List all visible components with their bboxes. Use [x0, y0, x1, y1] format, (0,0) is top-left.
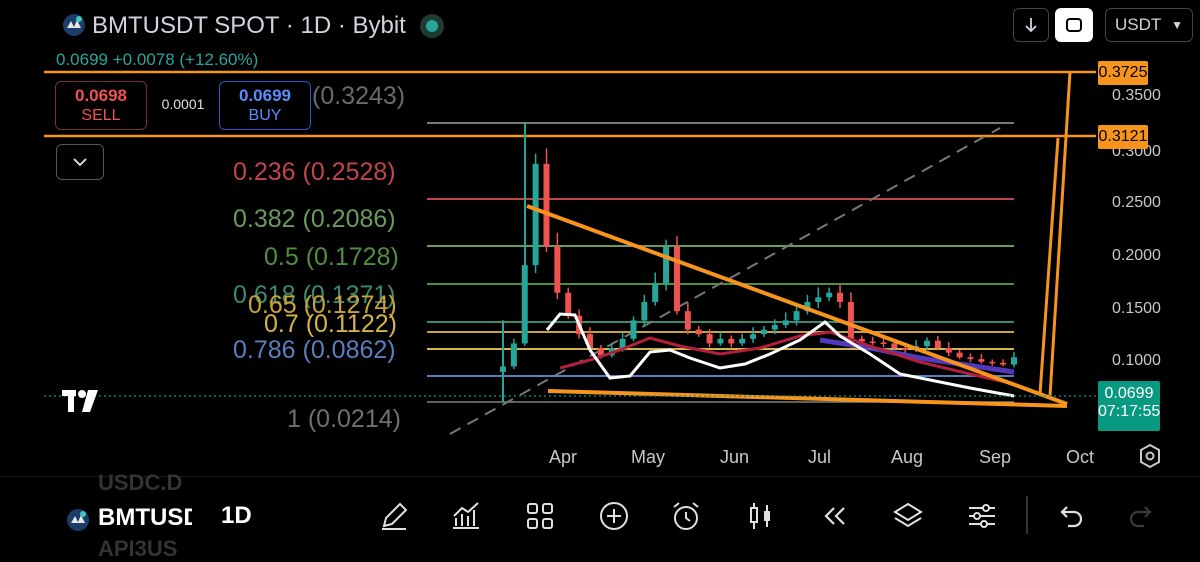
- level-tag-high: 0.3725: [1098, 61, 1148, 85]
- fib-label-0: (0.3243): [312, 82, 406, 110]
- candle-body: [847, 301, 854, 339]
- ma-purple-line: [819, 337, 1015, 375]
- candle-body: [717, 338, 724, 344]
- candle-body: [771, 324, 778, 330]
- bar-countdown: 07:17:55: [1098, 403, 1161, 420]
- fib-label-382: 0.382 (0.2086): [233, 205, 396, 233]
- candle-body: [652, 283, 659, 302]
- month-label: Jun: [720, 447, 750, 467]
- symbol-list-ghost-bottom: API3US: [98, 536, 178, 561]
- candle-body: [869, 341, 876, 344]
- interval-selector[interactable]: 1D: [221, 502, 252, 530]
- candle-body: [565, 292, 572, 316]
- candle-body: [934, 340, 941, 349]
- chart-type-candles-icon[interactable]: [742, 498, 778, 534]
- chart-settings-icon[interactable]: [1136, 442, 1164, 475]
- month-label: Apr: [549, 447, 578, 467]
- candle-body: [978, 359, 985, 362]
- fib-label-786: 0.786 (0.0862): [233, 336, 396, 364]
- projection-line-2: [1048, 71, 1072, 397]
- level-tag-mid: 0.3121: [1098, 125, 1148, 149]
- symbol-list-ghost-top: USDC.D: [98, 470, 183, 495]
- candle-body: [815, 297, 822, 302]
- month-label: Oct: [1066, 447, 1095, 467]
- fib-label-7: 0.7 (0.1122): [264, 310, 397, 338]
- candle-body: [684, 311, 691, 330]
- layouts-grid-icon[interactable]: [522, 498, 558, 534]
- month-label: May: [631, 447, 666, 467]
- redo-icon[interactable]: [1124, 498, 1160, 534]
- symbol-logo-icon: [67, 509, 89, 531]
- month-label: Sep: [979, 447, 1012, 467]
- price-tick: 0.1000: [1112, 352, 1161, 369]
- fib-label-236: 0.236 (0.2528): [233, 158, 396, 186]
- ma-white-line: [545, 312, 1015, 398]
- tradingview-logo: [60, 386, 106, 424]
- candle-body: [945, 348, 952, 353]
- candle-body: [641, 301, 648, 321]
- candle-body: [782, 320, 789, 325]
- month-label: Jul: [808, 447, 832, 467]
- layers-icon[interactable]: [890, 498, 926, 534]
- toolbar-divider: [1026, 496, 1028, 534]
- candle-body: [924, 340, 931, 347]
- price-tick: 0.2000: [1112, 247, 1161, 264]
- candle-body: [760, 329, 767, 335]
- candle-body: [739, 338, 746, 344]
- candle-body: [891, 343, 898, 349]
- candle-body: [510, 343, 517, 367]
- candle-body: [826, 292, 833, 298]
- candle-body: [543, 163, 550, 247]
- candle-body: [673, 246, 680, 312]
- candle-body: [793, 311, 800, 321]
- candle-body: [750, 334, 757, 339]
- candle-body: [630, 320, 637, 339]
- drawing-pencil-icon[interactable]: [376, 498, 412, 534]
- candle-body: [967, 357, 974, 360]
- indicators-icon[interactable]: [448, 498, 484, 534]
- undo-icon[interactable]: [1052, 498, 1088, 534]
- fib-trend-dashed: [449, 127, 1001, 435]
- fib-label-1: 1 (0.0214): [287, 405, 401, 433]
- candle-body: [1011, 357, 1017, 365]
- candle-body: [837, 292, 844, 302]
- projection-line-1: [1038, 137, 1060, 395]
- current-price-tag: 0.0699 07:17:55: [1098, 381, 1160, 431]
- candle-body: [706, 334, 713, 344]
- symbol-selector[interactable]: BMTUSDT: [98, 504, 192, 532]
- alarm-clock-icon[interactable]: [668, 498, 704, 534]
- price-tick: 0.3500: [1112, 87, 1161, 104]
- candle-body: [728, 338, 735, 344]
- replay-rewind-icon[interactable]: [816, 498, 852, 534]
- candle-body: [880, 342, 887, 344]
- price-tick: 0.1500: [1112, 300, 1161, 317]
- fib-label-5: 0.5 (0.1728): [264, 243, 399, 271]
- current-price-value: 0.0699: [1104, 385, 1154, 402]
- candle-body: [956, 352, 963, 358]
- candle-body: [1000, 362, 1007, 365]
- add-plus-icon[interactable]: [596, 498, 632, 534]
- candle-body: [663, 246, 670, 284]
- month-label: Aug: [891, 447, 924, 467]
- candle-body: [902, 348, 909, 350]
- price-tick: 0.2500: [1112, 194, 1161, 211]
- candle-body: [554, 246, 561, 293]
- candle-body: [695, 329, 702, 335]
- wedge-lower-line: [547, 389, 1068, 408]
- candle-body: [521, 265, 528, 344]
- candle-body: [532, 163, 539, 266]
- candle-body: [989, 361, 996, 364]
- settings-sliders-icon[interactable]: [964, 498, 1000, 534]
- price-chart[interactable]: [0, 0, 1200, 476]
